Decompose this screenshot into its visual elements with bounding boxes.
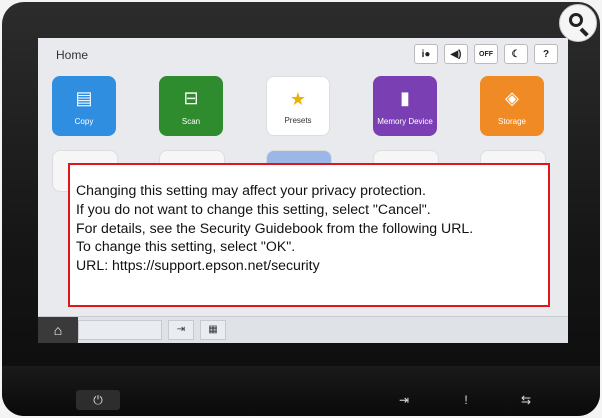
security-warning-dialog: Changing this setting may affect your pr… — [68, 163, 550, 307]
tile-label: Presets — [284, 116, 312, 125]
help-icon[interactable]: ? — [534, 44, 558, 64]
dialog-url: URL: https://support.epson.net/security — [76, 257, 320, 274]
copy-tile[interactable]: ▤ Copy — [52, 76, 116, 136]
status-icons: i● ◀) OFF ☾ ? — [414, 44, 558, 64]
tile-label: Storage — [497, 117, 527, 126]
storage-box-icon: ◈ — [505, 88, 519, 108]
home-icon[interactable]: ⌂ — [38, 317, 78, 343]
sleep-moon-icon[interactable]: ☾ — [504, 44, 528, 64]
job-status-slot[interactable] — [78, 320, 162, 340]
wifi-off-icon[interactable]: OFF — [474, 44, 498, 64]
status-bar: Home i● ◀) OFF ☾ ? — [38, 38, 568, 70]
storage-tile[interactable]: ◈ Storage — [480, 76, 544, 136]
data-light-icon[interactable]: ⇆ — [504, 390, 548, 410]
scan-icon: ⊟ — [183, 88, 199, 108]
search-icon[interactable] — [559, 4, 597, 42]
network-status-icon[interactable]: i● — [414, 44, 438, 64]
tile-label: Memory Device — [377, 117, 433, 126]
volume-icon[interactable]: ◀) — [444, 44, 468, 64]
power-button[interactable]: ⏻ — [76, 390, 120, 410]
scan-tile[interactable]: ⊟ Scan — [159, 76, 223, 136]
presets-tile[interactable]: ★ Presets — [266, 76, 330, 136]
login-icon[interactable]: ⇥ — [382, 390, 426, 410]
bottom-bar: ⌂ ⇥ ▦ — [38, 316, 568, 343]
search-handle — [579, 27, 589, 37]
search-ring — [569, 13, 583, 27]
dialog-line: For details, see the Security Guidebook … — [76, 219, 474, 236]
dialog-line: If you do not want to change this settin… — [76, 200, 431, 217]
job-list-icon[interactable]: ▦ — [200, 320, 226, 340]
function-tiles: ▤ Copy ⊟ Scan ★ Presets ▮ Memory Device … — [52, 76, 562, 136]
dialog-line: Changing this setting may affect your pr… — [76, 182, 426, 198]
page-title: Home — [56, 48, 89, 62]
memory-device-tile[interactable]: ▮ Memory Device — [373, 76, 437, 136]
job-status-icon[interactable]: ⇥ — [168, 320, 194, 340]
tile-label: Copy — [74, 117, 94, 126]
dialog-line: To change this setting, select "OK". — [76, 238, 296, 255]
memory-device-icon: ▮ — [400, 88, 410, 108]
alert-icon[interactable]: ! — [444, 390, 488, 410]
tile-label: Scan — [181, 117, 201, 126]
presets-star-icon: ★ — [289, 89, 307, 109]
copy-icon: ▤ — [75, 88, 93, 108]
